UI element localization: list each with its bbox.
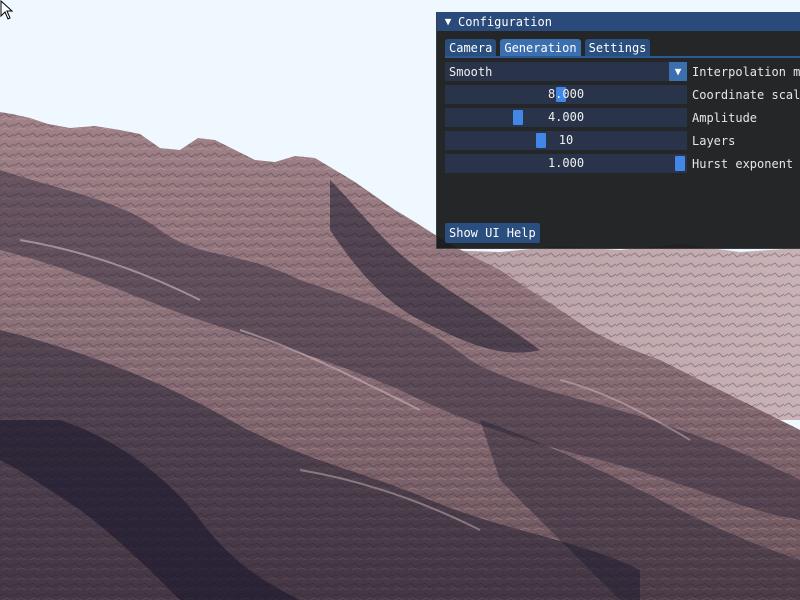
coordinate-scaling-label: Coordinate scaling: [692, 87, 800, 102]
amplitude-row: 4.000 Amplitude: [445, 108, 757, 127]
amplitude-slider[interactable]: 4.000: [445, 108, 687, 127]
tab-camera[interactable]: Camera: [445, 39, 497, 57]
layers-row: 10 Layers: [445, 131, 735, 150]
tab-separator: [445, 56, 800, 58]
amplitude-value: 4.000: [547, 110, 585, 124]
configuration-window[interactable]: ▼ Configuration Camera Generation Settin…: [436, 12, 800, 249]
tab-bar: Camera Generation Settings: [445, 39, 654, 57]
show-ui-help-button[interactable]: Show UI Help: [445, 223, 540, 243]
interpolation-label: Interpolation method: [692, 64, 800, 79]
hurst-exponent-slider[interactable]: 1.000: [445, 154, 687, 173]
interpolation-combo[interactable]: Smooth ▼: [445, 62, 687, 81]
interpolation-value: Smooth: [449, 64, 493, 79]
amplitude-label: Amplitude: [692, 110, 758, 125]
mouse-cursor-icon: [0, 0, 14, 20]
layers-slider[interactable]: 10: [445, 131, 687, 150]
coordinate-scaling-row: 8.000 Coordinate scaling: [445, 85, 800, 104]
hurst-exponent-value: 1.000: [547, 156, 585, 170]
tab-generation[interactable]: Generation: [500, 39, 581, 57]
tab-settings[interactable]: Settings: [584, 39, 651, 57]
window-title-bar[interactable]: ▼ Configuration: [437, 12, 800, 31]
triangle-down-icon[interactable]: ▼: [440, 15, 456, 28]
hurst-exponent-label: Hurst exponent: [692, 156, 794, 171]
coordinate-scaling-slider[interactable]: 8.000: [445, 85, 687, 104]
layers-value: 10: [558, 133, 574, 147]
window-title: Configuration: [458, 14, 552, 29]
chevron-down-icon[interactable]: ▼: [669, 62, 687, 81]
coordinate-scaling-value: 8.000: [547, 87, 585, 101]
hurst-exponent-row: 1.000 Hurst exponent: [445, 154, 793, 173]
interpolation-row: Smooth ▼ Interpolation method: [445, 62, 800, 81]
layers-label: Layers: [692, 133, 736, 148]
